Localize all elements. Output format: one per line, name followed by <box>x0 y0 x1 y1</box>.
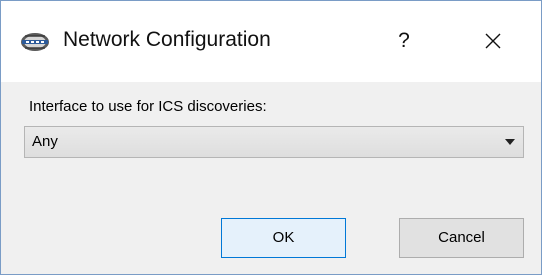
help-button[interactable]: ? <box>381 19 427 63</box>
cancel-button[interactable]: Cancel <box>399 218 524 258</box>
close-button[interactable] <box>463 19 523 63</box>
interface-label: Interface to use for ICS discoveries: <box>29 98 267 115</box>
network-configuration-dialog: Network Configuration ? Interface to use… <box>0 0 542 275</box>
interface-select[interactable]: Any <box>24 126 524 158</box>
dialog-body: Interface to use for ICS discoveries: An… <box>1 82 541 274</box>
chevron-down-icon <box>505 139 515 145</box>
title-bar[interactable]: Network Configuration ? <box>1 1 541 82</box>
network-app-icon <box>19 30 51 54</box>
window-title: Network Configuration <box>63 28 271 51</box>
ok-button[interactable]: OK <box>221 218 346 258</box>
interface-select-value: Any <box>32 133 58 150</box>
close-icon <box>485 33 501 49</box>
